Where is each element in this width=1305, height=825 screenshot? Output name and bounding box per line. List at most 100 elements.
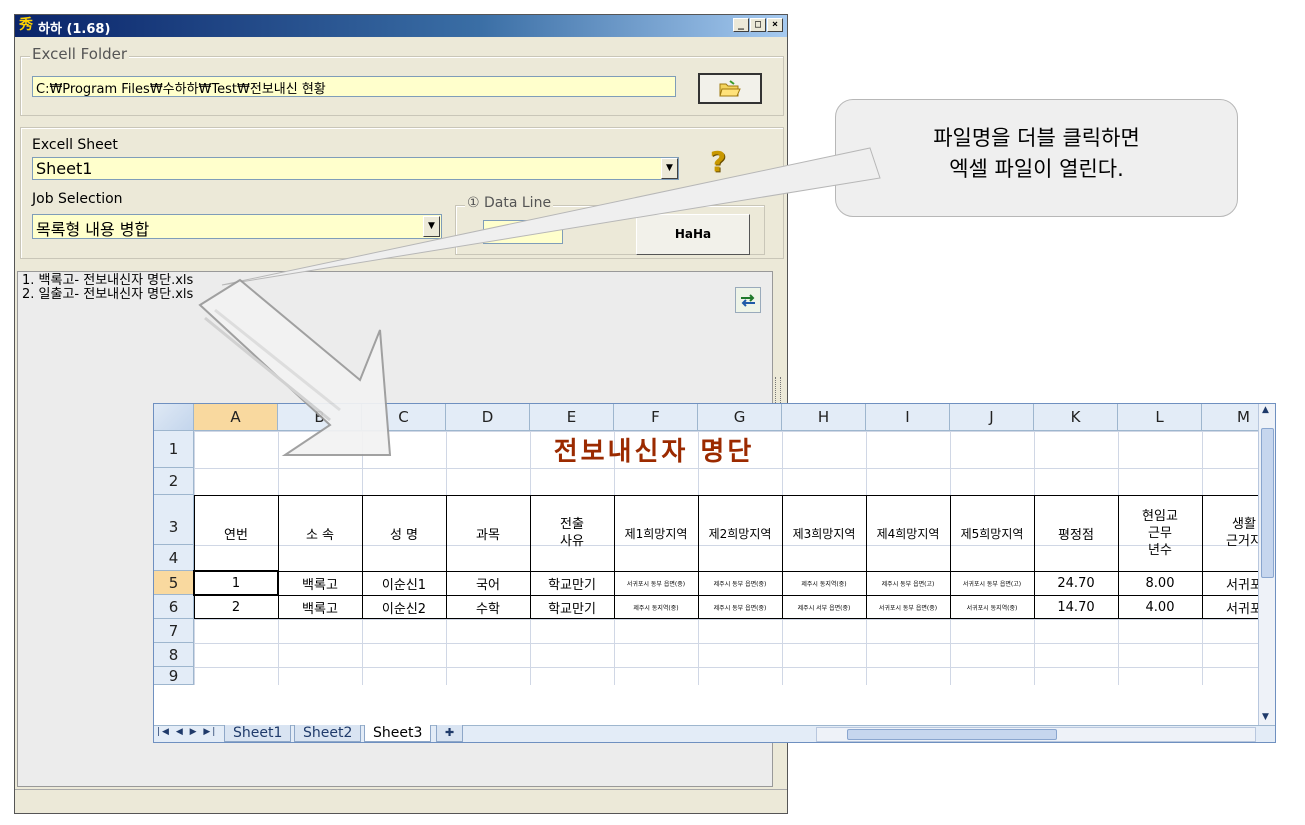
table-cell[interactable]: 서귀포시 동부 읍면(고) — [950, 571, 1034, 595]
status-bar — [15, 789, 787, 813]
table-cell[interactable]: 4.00 — [1118, 595, 1202, 619]
table-header-cell: 현임교 근무 년수 — [1142, 508, 1178, 558]
close-button[interactable]: × — [767, 18, 783, 32]
row-header[interactable]: 2 — [154, 468, 194, 495]
table-cell[interactable]: 학교만기 — [530, 595, 614, 619]
column-header[interactable]: K — [1034, 404, 1118, 431]
table-header-cell: 제5희망지역 — [960, 526, 1024, 541]
excel-window: A B C D E F G H I J K L M 1 2 3 4 5 6 7 8 9 연번 소 속성 명 과목 전출 사유 제1희망… — [153, 403, 1276, 743]
job-select[interactable]: 목록형 내용 병합 — [32, 214, 442, 239]
gridline — [194, 619, 1275, 620]
table-cell[interactable]: 14.70 — [1034, 595, 1118, 619]
table-header-cell: 성 명 — [389, 527, 419, 543]
resize-grip[interactable] — [775, 377, 781, 405]
column-header[interactable]: H — [782, 404, 866, 431]
table-cell[interactable]: 제주시 동부 읍면(중) — [698, 595, 782, 619]
sheet-tab-2[interactable]: Sheet2 — [294, 725, 362, 742]
table-cell[interactable]: 서귀포시 동지역(중) — [950, 595, 1034, 619]
column-header[interactable]: J — [950, 404, 1034, 431]
job-label: Job Selection — [32, 191, 123, 207]
table-header-cell: 제1희망지역 — [624, 526, 688, 541]
table-cell[interactable]: 제주시 동부 읍면(중) — [698, 571, 782, 595]
column-header[interactable]: A — [194, 404, 278, 431]
horizontal-scrollbar[interactable] — [816, 727, 1256, 742]
scroll-down-icon[interactable]: ▼ — [1262, 712, 1269, 722]
scroll-up-icon[interactable]: ▲ — [1262, 405, 1269, 415]
minimize-button[interactable]: _ — [733, 18, 749, 32]
row-header[interactable]: 9 — [154, 667, 194, 685]
active-cell-cursor — [193, 570, 279, 596]
sheet-tab-3[interactable]: Sheet3 — [364, 725, 432, 742]
row-header[interactable]: 6 — [154, 595, 194, 619]
gridline — [194, 667, 1275, 668]
column-header[interactable]: G — [698, 404, 782, 431]
table-header-cell: 연번 — [224, 527, 248, 543]
table-cell[interactable]: 이순신2 — [362, 595, 446, 619]
vertical-scrollbar[interactable]: ▲ ▼ — [1258, 404, 1275, 727]
job-select-arrow[interactable]: ▼ — [423, 216, 440, 237]
column-header[interactable]: C — [362, 404, 446, 431]
callout-box: 파일명을 더블 클릭하면 엑셀 파일이 열린다. — [835, 99, 1238, 217]
haha-run-button[interactable]: HaHa — [636, 214, 750, 255]
table-cell[interactable]: 2 — [194, 595, 278, 619]
folder-path-input[interactable]: C:₩Program Files₩수하하₩Test₩전보내신 현황 — [32, 76, 676, 97]
app-icon: 秀 — [19, 17, 33, 33]
table-header-cell: 과목 — [476, 527, 500, 543]
table-cell[interactable]: 수학 — [446, 595, 530, 619]
column-header[interactable]: B — [278, 404, 362, 431]
table-header-cell: 소 속 — [305, 527, 335, 543]
table-cell[interactable]: 서귀포시 동부 읍면(중) — [866, 595, 950, 619]
table-cell[interactable]: 제주시 동부 읍면(고) — [866, 571, 950, 595]
row-header[interactable]: 3 — [154, 495, 194, 545]
folder-open-icon — [719, 80, 741, 97]
maximize-button[interactable]: □ — [750, 18, 766, 32]
help-icon[interactable]: ? — [702, 145, 734, 179]
table-header-cell: 제4희망지역 — [876, 526, 940, 541]
table-cell[interactable]: 제주시 동지역(중) — [782, 571, 866, 595]
callout-line-1: 파일명을 더블 클릭하면 — [933, 126, 1140, 150]
table-cell[interactable]: 제주시 동지역(중) — [614, 595, 698, 619]
row-header[interactable]: 1 — [154, 431, 194, 468]
window-title: 하하 (1.68) — [38, 22, 111, 37]
table-cell[interactable]: 8.00 — [1118, 571, 1202, 595]
column-header[interactable]: I — [866, 404, 950, 431]
table-header-cell: 평정점 — [1058, 527, 1094, 543]
sheet-select-arrow[interactable]: ▼ — [661, 158, 678, 179]
sheet-select[interactable]: Sheet1 — [32, 157, 679, 180]
table-cell[interactable]: 제주시 서부 읍면(중) — [782, 595, 866, 619]
column-header[interactable]: L — [1118, 404, 1202, 431]
select-all-corner[interactable] — [154, 404, 194, 431]
table-cell[interactable]: 서귀포시 동부 읍면(중) — [614, 571, 698, 595]
sheet-tab-1[interactable]: Sheet1 — [224, 725, 292, 742]
list-item[interactable]: 1. 백록고- 전보내신자 명단.xls — [22, 274, 768, 288]
row-header[interactable]: 8 — [154, 643, 194, 667]
row-header[interactable]: 7 — [154, 619, 194, 643]
sheet-label: Excell Sheet — [32, 137, 118, 153]
table-cell[interactable]: 24.70 — [1034, 571, 1118, 595]
data-line-input[interactable] — [483, 220, 563, 244]
table-header-cell: 전출 사유 — [560, 517, 584, 549]
table-cell[interactable]: 백록고 — [278, 595, 362, 619]
table-header-cell: 제3희망지역 — [792, 526, 856, 541]
row-header[interactable]: 5 — [154, 571, 194, 595]
insert-sheet-icon[interactable]: ✚ — [436, 725, 464, 742]
title-bar[interactable]: 秀 하하 (1.68) _ □ × — [15, 15, 787, 37]
table-cell[interactable]: 백록고 — [278, 571, 362, 595]
vertical-scroll-thumb[interactable] — [1261, 428, 1274, 578]
horizontal-scroll-thumb[interactable] — [847, 729, 1057, 740]
column-header[interactable]: D — [446, 404, 530, 431]
column-header[interactable]: E — [530, 404, 614, 431]
table-cell[interactable]: 학교만기 — [530, 571, 614, 595]
sheet-tab-bar: |◀ ◀ ▶ ▶| Sheet1 Sheet2 Sheet3 ✚ — [154, 725, 1275, 742]
table-cell[interactable]: 이순신1 — [362, 571, 446, 595]
refresh-icon[interactable] — [735, 287, 761, 313]
browse-folder-button[interactable] — [698, 73, 762, 104]
column-header[interactable]: F — [614, 404, 698, 431]
table-cell[interactable]: 국어 — [446, 571, 530, 595]
refresh-arrows-icon — [741, 294, 755, 307]
table-header-cell: 제2희망지역 — [708, 526, 772, 541]
list-item[interactable]: 2. 일출고- 전보내신자 명단.xls — [22, 288, 768, 302]
callout-line-2: 엑셀 파일이 열린다. — [949, 157, 1124, 181]
row-header[interactable]: 4 — [154, 545, 194, 571]
tab-navigation-icon[interactable]: |◀ ◀ ▶ ▶| — [157, 727, 217, 737]
